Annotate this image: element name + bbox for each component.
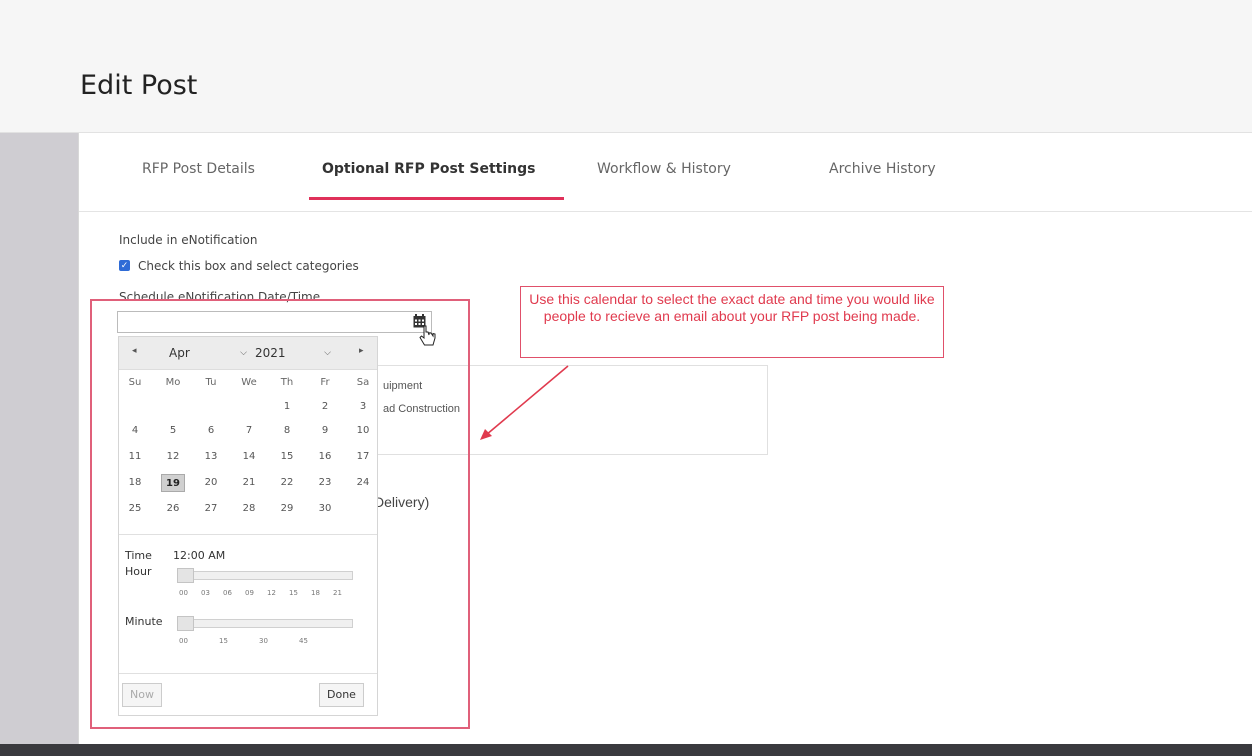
calendar-day[interactable]: 27 bbox=[199, 500, 223, 518]
minute-slider[interactable] bbox=[177, 619, 353, 628]
calendar-day[interactable]: 15 bbox=[275, 448, 299, 466]
datepicker-header: ◂ Apr ⌵ 2021 ⌵ ▸ bbox=[119, 337, 377, 370]
weekday-label: Fr bbox=[320, 377, 330, 388]
page-header: Edit Post bbox=[0, 0, 1252, 133]
slider-tick-label: 03 bbox=[201, 589, 210, 597]
weekday-label: Sa bbox=[356, 377, 370, 388]
calendar-day[interactable]: 1 bbox=[275, 398, 299, 416]
prev-arrow-icon[interactable]: ◂ bbox=[132, 346, 137, 356]
taskbar-strip bbox=[0, 744, 1252, 756]
instruction-callout: Use this calendar to select the exact da… bbox=[520, 286, 944, 358]
calendar-day[interactable]: 6 bbox=[199, 422, 223, 440]
calendar-day[interactable]: 24 bbox=[351, 474, 375, 492]
tab-optional-rfp-post-settings[interactable]: Optional RFP Post Settings bbox=[322, 161, 535, 177]
minute-slider-handle[interactable] bbox=[177, 616, 194, 631]
slider-tick-label: 15 bbox=[289, 589, 298, 597]
calendar-day[interactable]: 11 bbox=[123, 448, 147, 466]
slider-tick-label: 30 bbox=[259, 637, 268, 645]
datetime-picker: ◂ Apr ⌵ 2021 ⌵ ▸ Su Mo Tu We Th Fr Sa 12345678… bbox=[118, 336, 378, 716]
now-button[interactable]: Now bbox=[122, 683, 162, 707]
page-title: Edit Post bbox=[80, 70, 198, 101]
chevron-down-icon: ⌵ bbox=[324, 348, 331, 358]
time-label: Time bbox=[125, 549, 152, 562]
slider-tick-label: 21 bbox=[333, 589, 342, 597]
calendar-day[interactable]: 16 bbox=[313, 448, 337, 466]
tab-archive-history[interactable]: Archive History bbox=[829, 161, 936, 177]
annotation-arrow bbox=[480, 365, 569, 440]
calendar-day[interactable]: 30 bbox=[313, 500, 337, 518]
calendar-day[interactable]: 23 bbox=[313, 474, 337, 492]
weekday-label: Mo bbox=[165, 377, 181, 388]
calendar-day[interactable]: 7 bbox=[237, 422, 261, 440]
include-enotification-label: Include in eNotification bbox=[119, 233, 258, 247]
slider-tick-label: 12 bbox=[267, 589, 276, 597]
calendar-day[interactable]: 21 bbox=[237, 474, 261, 492]
calendar-day[interactable]: 14 bbox=[237, 448, 261, 466]
year-select[interactable]: 2021 ⌵ bbox=[255, 343, 331, 363]
calendar-day[interactable]: 18 bbox=[123, 474, 147, 492]
hour-slider-handle[interactable] bbox=[177, 568, 194, 583]
calendar-day[interactable]: 25 bbox=[123, 500, 147, 518]
calendar-day[interactable]: 8 bbox=[275, 422, 299, 440]
slider-tick-label: 09 bbox=[245, 589, 254, 597]
slider-tick-label: 45 bbox=[299, 637, 308, 645]
chevron-down-icon: ⌵ bbox=[240, 348, 247, 358]
categories-checkbox[interactable]: ✓ bbox=[119, 260, 130, 271]
calendar-day[interactable]: 20 bbox=[199, 474, 223, 492]
time-value: 12:00 AM bbox=[173, 549, 226, 562]
slider-tick-label: 06 bbox=[223, 589, 232, 597]
weekday-label: Tu bbox=[205, 377, 217, 388]
active-tab-indicator bbox=[309, 197, 564, 200]
calendar-day[interactable]: 12 bbox=[161, 448, 185, 466]
year-select-value: 2021 bbox=[255, 346, 286, 360]
slider-tick-label: 15 bbox=[219, 637, 228, 645]
calendar-day[interactable]: 17 bbox=[351, 448, 375, 466]
hour-slider[interactable] bbox=[177, 571, 353, 580]
calendar-day[interactable]: 29 bbox=[275, 500, 299, 518]
categories-checkbox-label: Check this box and select categories bbox=[138, 259, 359, 273]
calendar-day-selected[interactable]: 19 bbox=[161, 474, 185, 492]
tab-bar: RFP Post Details Optional RFP Post Setti… bbox=[79, 133, 1252, 212]
calendar-day[interactable]: 5 bbox=[161, 422, 185, 440]
slider-tick-label: 00 bbox=[179, 589, 188, 597]
done-button[interactable]: Done bbox=[319, 683, 364, 707]
divider bbox=[119, 673, 377, 674]
calendar-day[interactable]: 13 bbox=[199, 448, 223, 466]
slider-tick-label: 18 bbox=[311, 589, 320, 597]
calendar-day[interactable]: 26 bbox=[161, 500, 185, 518]
left-gutter bbox=[0, 133, 78, 746]
weekday-label: Su bbox=[128, 377, 142, 388]
calendar-day[interactable]: 3 bbox=[351, 398, 375, 416]
calendar-day[interactable]: 2 bbox=[313, 398, 337, 416]
weekday-label: Th bbox=[280, 377, 294, 388]
tab-workflow-history[interactable]: Workflow & History bbox=[597, 161, 731, 177]
tab-rfp-post-details[interactable]: RFP Post Details bbox=[142, 161, 255, 177]
month-select-value: Apr bbox=[169, 346, 190, 360]
slider-tick-label: 00 bbox=[179, 637, 188, 645]
calendar-day[interactable]: 10 bbox=[351, 422, 375, 440]
divider bbox=[119, 534, 377, 535]
month-select[interactable]: Apr ⌵ bbox=[169, 343, 247, 363]
calendar-day[interactable]: 4 bbox=[123, 422, 147, 440]
calendar-day[interactable]: 9 bbox=[313, 422, 337, 440]
minute-label: Minute bbox=[125, 615, 163, 628]
calendar-day[interactable]: 28 bbox=[237, 500, 261, 518]
next-arrow-icon[interactable]: ▸ bbox=[359, 346, 364, 356]
hour-label: Hour bbox=[125, 565, 152, 578]
weekday-label: We bbox=[241, 377, 257, 388]
calendar-day[interactable]: 22 bbox=[275, 474, 299, 492]
